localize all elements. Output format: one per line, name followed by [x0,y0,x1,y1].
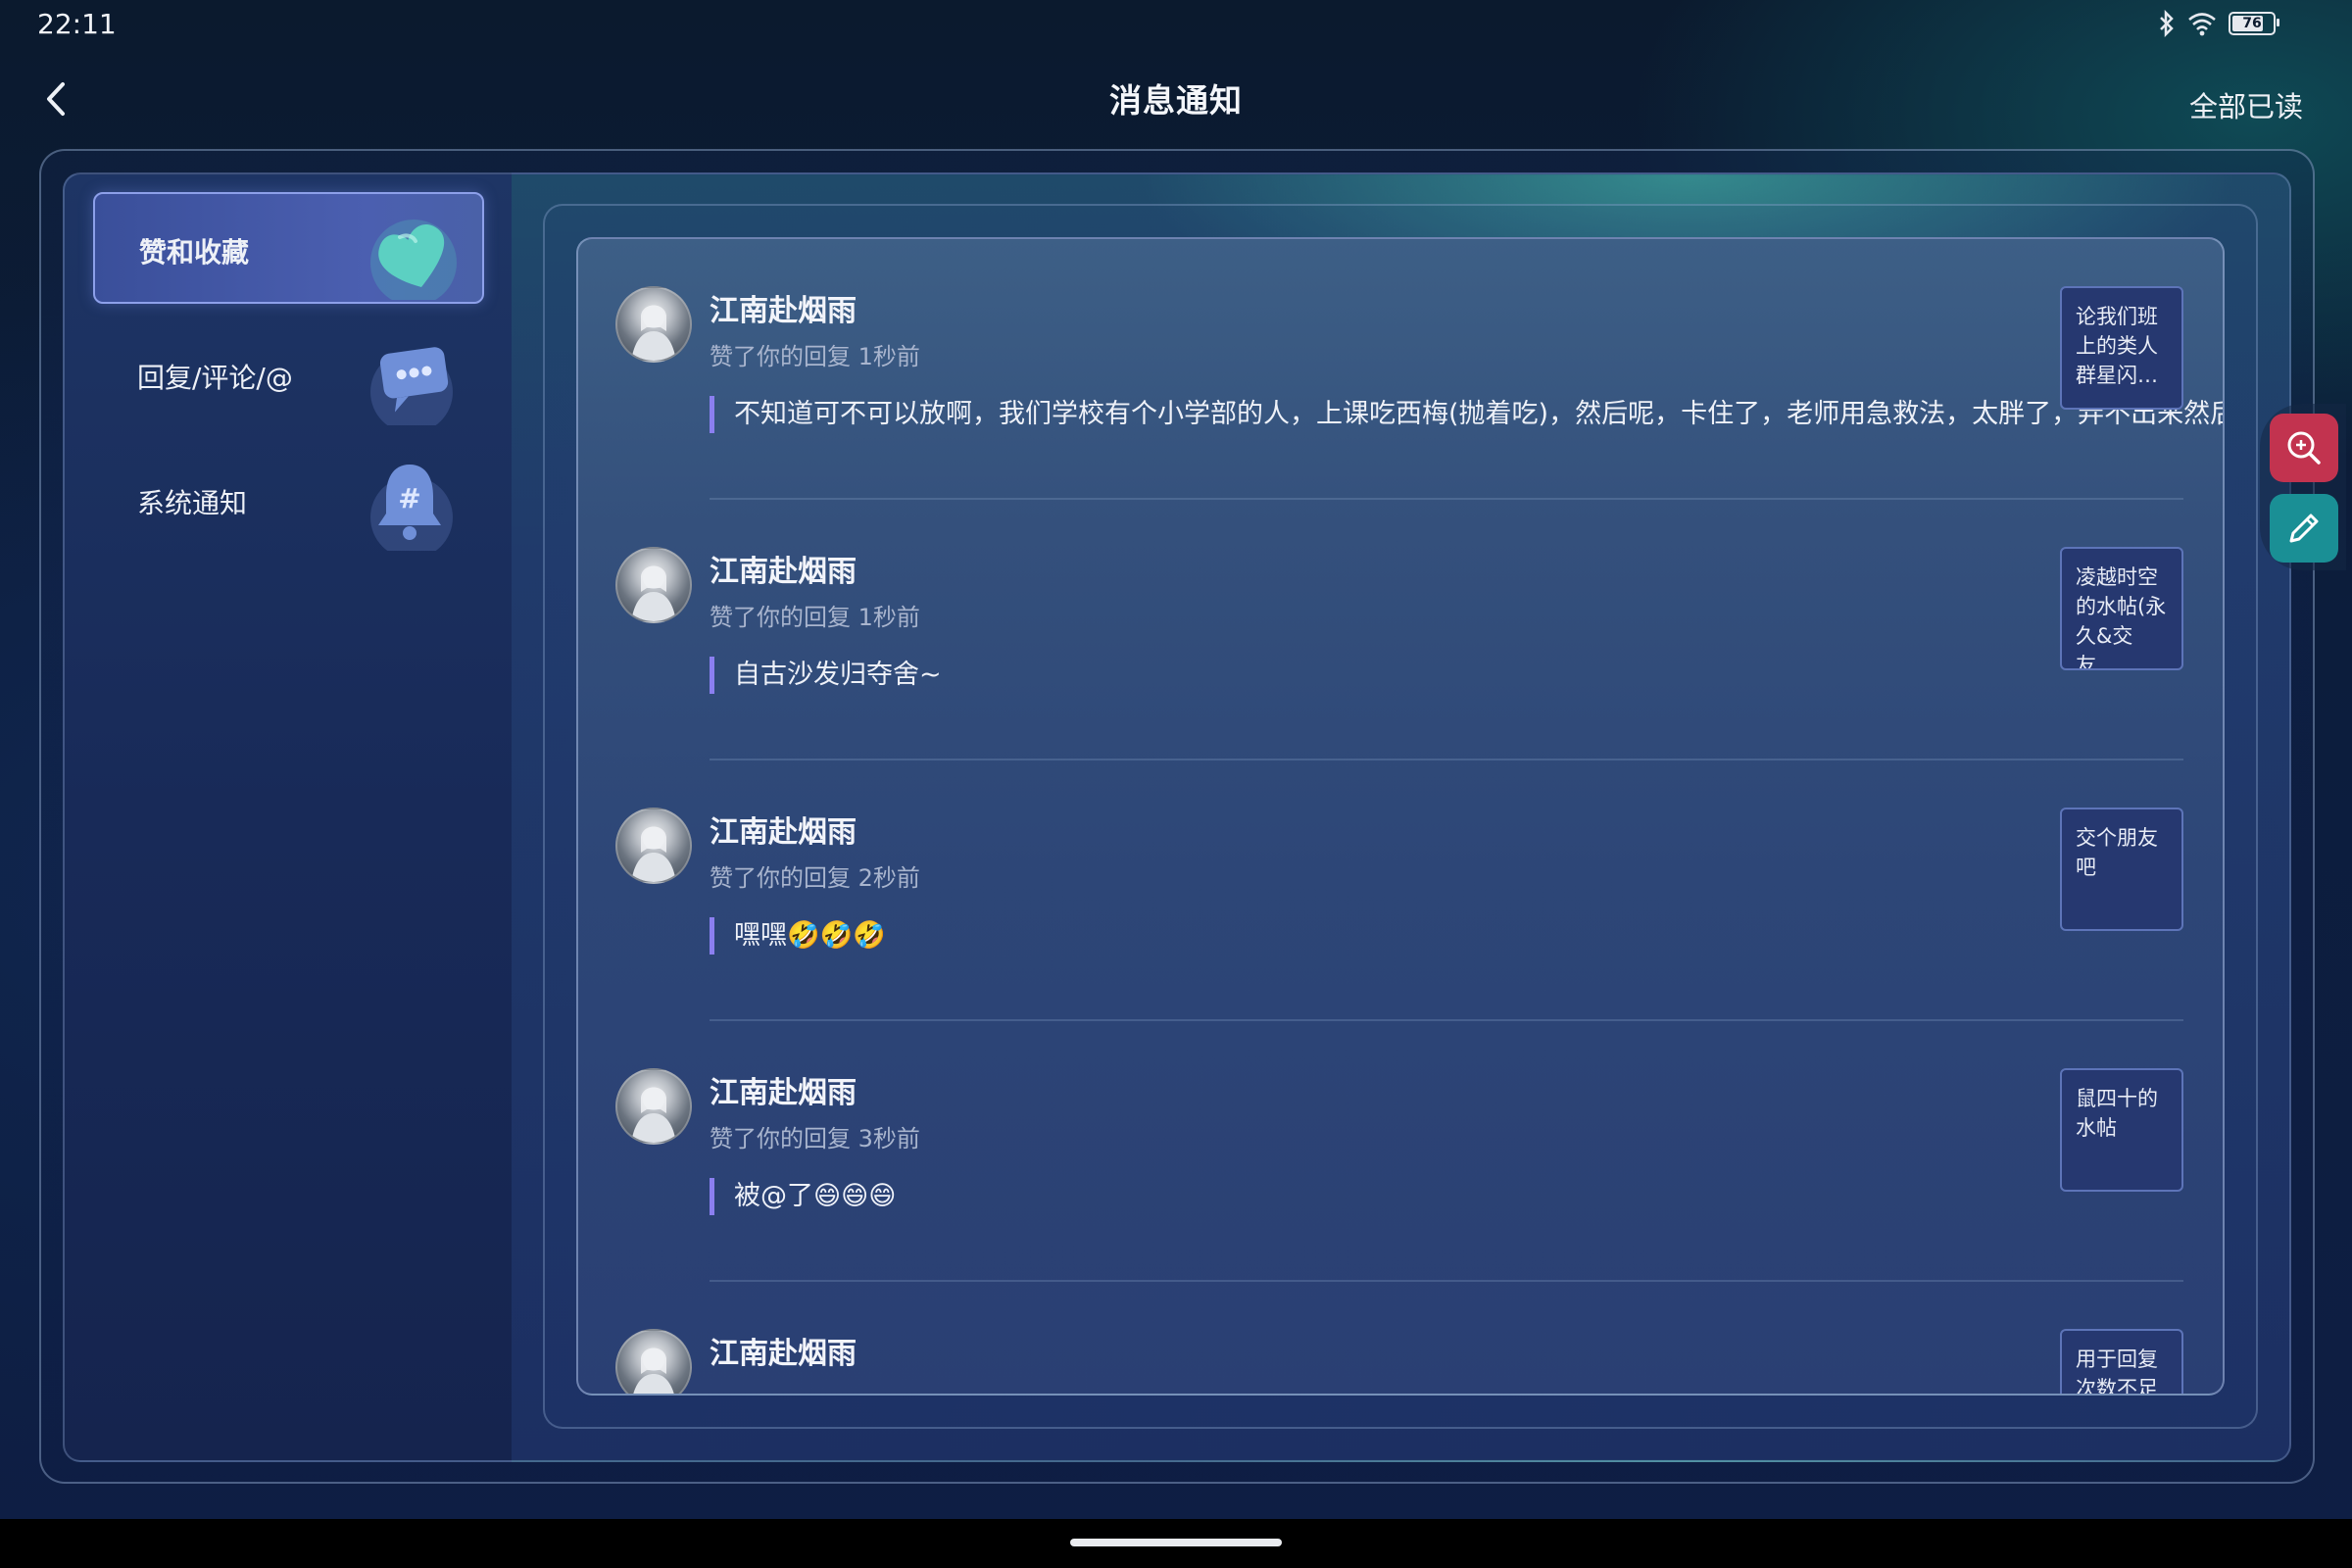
bell-icon: # [370,465,453,551]
list-item[interactable]: 江南赴烟雨 赞了你的回复 3秒前 被@了😄😄😄 鼠四十的水帖 [578,1021,2223,1282]
post-thumbnail[interactable]: 交个朋友吧 [2060,808,2183,931]
bluetooth-icon [2160,10,2174,37]
home-indicator[interactable] [1070,1539,1282,1546]
notification-list[interactable]: 江南赴烟雨 赞了你的回复 1秒前 不知道可不可以放啊，我们学校有个小学部的人，上… [576,237,2225,1396]
top-bar: 消息通知 全部已读 [0,59,2352,137]
notification-meta: 赞了你的回复 3秒前 [710,1119,920,1153]
action-text: 赞了你的回复 [710,864,851,892]
post-thumbnail[interactable]: 鼠四十的水帖 [2060,1068,2183,1192]
navigation-bar [0,1519,2352,1568]
status-icons: 76 [2158,10,2279,37]
zoom-button[interactable] [2270,414,2338,482]
tab-system-notifications[interactable]: 系统通知 # [93,445,480,553]
post-thumbnail[interactable]: 论我们班上的类人群星闪… [2060,286,2183,410]
timestamp: 2秒前 [858,864,920,892]
action-text: 赞了你的回复 [710,343,851,370]
heart-icon [370,220,457,300]
notification-meta: 赞了你的回复 1秒前 [710,337,920,371]
chat-bubble-icon [370,347,453,425]
tab-likes-favorites[interactable]: 赞和收藏 [93,192,484,304]
status-time: 22:11 [37,8,117,40]
list-item[interactable]: 江南赴烟雨 赞了你的回复 2秒前 嘿嘿🤣🤣🤣 交个朋友吧 [578,760,2223,1021]
svg-text:#: # [398,482,420,514]
tab-label: 赞和收藏 [139,236,250,269]
list-item[interactable]: 江南赴烟雨 赞了你的回复 1秒前 自古沙发归夺舍~ 凌越时空的水帖(永久&交友… [578,500,2223,760]
username[interactable]: 江南赴烟雨 [710,547,857,590]
action-text: 赞了你的回复 [710,1125,851,1152]
tab-replies-comments-mentions[interactable]: 回复/评论/@ [93,319,480,427]
username[interactable]: 江南赴烟雨 [710,286,857,329]
username[interactable]: 江南赴烟雨 [710,1068,857,1111]
avatar[interactable] [615,286,692,363]
reply-quote: 被@了😄😄😄 [710,1178,896,1215]
avatar[interactable] [615,1068,692,1145]
username[interactable]: 江南赴烟雨 [710,1329,857,1372]
notification-meta: 赞了你的回复 2秒前 [710,858,920,893]
battery-level: 76 [2242,16,2262,31]
page-title: 消息通知 [1109,81,1243,120]
list-item[interactable]: 江南赴烟雨 赞了你的回复 1秒前 不知道可不可以放啊，我们学校有个小学部的人，上… [578,239,2223,500]
zoom-in-icon [2287,431,2321,465]
notification-meta: 赞了你的回复 1秒前 [710,598,920,632]
reply-quote: 嘿嘿🤣🤣🤣 [710,917,886,955]
reply-quote: 自古沙发归夺舍~ [710,657,942,694]
mark-all-read-button[interactable]: 全部已读 [2189,84,2303,125]
post-thumbnail[interactable]: 用于回复次数不足 [2060,1329,2183,1394]
tab-label: 系统通知 [137,487,248,519]
post-thumbnail[interactable]: 凌越时空的水帖(永久&交友… [2060,547,2183,670]
action-text: 赞了你的回复 [710,604,851,631]
status-bar: 22:11 76 [0,0,2352,49]
wifi-icon [2188,13,2216,36]
username[interactable]: 江南赴烟雨 [710,808,857,851]
floating-toolbar [2260,404,2346,570]
battery-icon: 76 [2229,12,2279,35]
timestamp: 3秒前 [858,1125,920,1152]
avatar[interactable] [615,1329,692,1394]
reply-quote: 不知道可不可以放啊，我们学校有个小学部的人，上课吃西梅(抛着吃)，然后呢，卡住了… [710,396,2223,433]
edit-button[interactable] [2270,494,2338,563]
pencil-icon [2289,514,2319,543]
timestamp: 1秒前 [858,343,920,370]
tab-label: 回复/评论/@ [137,362,293,394]
timestamp: 1秒前 [858,604,920,631]
avatar[interactable] [615,547,692,623]
list-item[interactable]: 江南赴烟雨 用于回复次数不足 [578,1282,2223,1394]
avatar[interactable] [615,808,692,884]
